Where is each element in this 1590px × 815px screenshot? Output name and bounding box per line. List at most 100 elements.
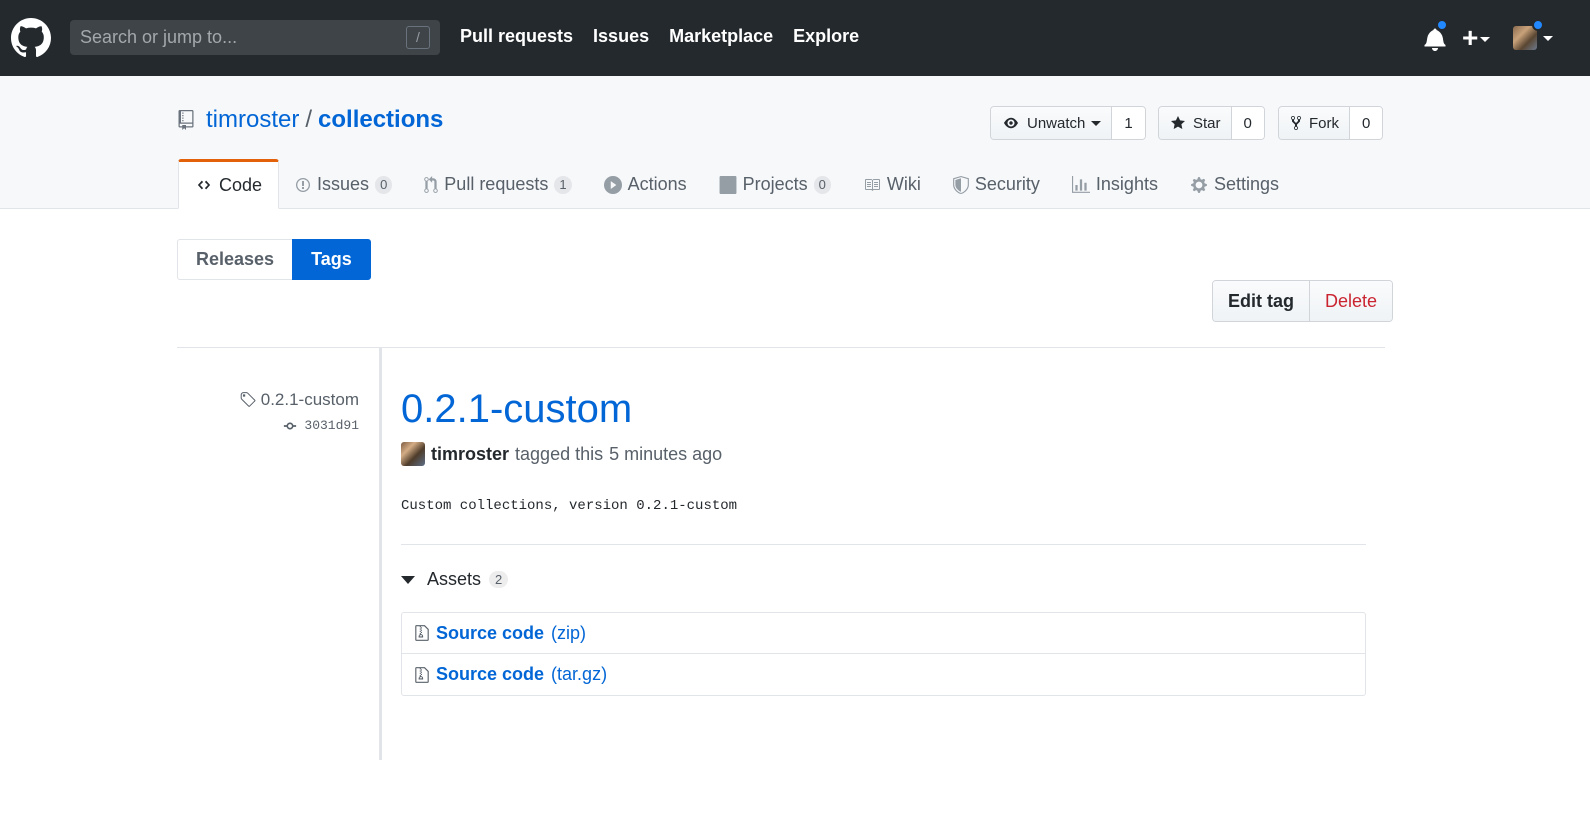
assets-label: Assets: [427, 569, 482, 589]
star-counter: Star 0: [1158, 106, 1265, 140]
release-commit-sha: 3031d91: [304, 418, 359, 433]
tab-insights[interactable]: Insights: [1056, 160, 1174, 209]
star-icon: [1171, 116, 1185, 129]
tab-insights-label: Insights: [1095, 174, 1158, 194]
avatar-status-indicator: [1532, 19, 1544, 31]
graph-icon: [1071, 175, 1090, 193]
repo-icon: [178, 110, 194, 130]
assets-count: 2: [489, 571, 509, 588]
global-nav-pull-requests[interactable]: Pull requests: [460, 26, 573, 47]
github-logo-icon[interactable]: [11, 18, 51, 58]
release-tagged-text: tagged this: [515, 443, 604, 464]
issue-icon: [296, 177, 311, 192]
release-description: Custom collections, version 0.2.1-custom: [401, 498, 738, 514]
tab-projects[interactable]: Projects 0: [703, 160, 847, 209]
release-divider: [401, 544, 1366, 545]
tab-code[interactable]: Code: [178, 159, 280, 209]
star-label: Star: [1193, 114, 1221, 132]
repo-owner-link[interactable]: timroster: [206, 106, 299, 134]
chevron-down-icon: [1543, 35, 1553, 41]
watchers-count[interactable]: 1: [1112, 107, 1145, 139]
asset-format: (zip): [551, 622, 587, 643]
gear-icon: [1191, 176, 1207, 193]
file-zip-icon: [415, 666, 429, 683]
global-nav-issues[interactable]: Issues: [593, 26, 649, 47]
repo-nav: Code Issues 0 Pull requests 1 Actions Pr…: [178, 159, 1295, 209]
star-group: Star 0: [1158, 106, 1265, 140]
tab-projects-label: Projects: [742, 174, 808, 194]
release-tag-link[interactable]: 0.2.1-custom: [177, 390, 359, 410]
file-zip-icon: [415, 625, 429, 641]
release-tag-label: 0.2.1-custom: [260, 390, 359, 409]
fork-label: Fork: [1309, 114, 1339, 132]
releases-subnav: Releases Tags: [177, 239, 371, 280]
unwatch-button[interactable]: Unwatch: [991, 107, 1113, 139]
code-icon: [197, 180, 211, 190]
global-nav-explore[interactable]: Explore: [793, 26, 859, 47]
star-button[interactable]: Star: [1159, 107, 1232, 139]
search-placeholder: Search or jump to...: [80, 27, 238, 47]
tab-actions[interactable]: Actions: [588, 160, 703, 209]
repo-header: timroster / collections Unwatch 1 Star 0: [0, 76, 1590, 209]
release-author-link[interactable]: timroster: [431, 444, 509, 465]
pull-request-icon: [424, 175, 439, 193]
global-nav-marketplace[interactable]: Marketplace: [669, 26, 773, 47]
create-new-menu[interactable]: +: [1462, 22, 1491, 53]
tab-issues-label: Issues: [317, 174, 370, 194]
tab-security[interactable]: Security: [937, 160, 1056, 209]
search-input[interactable]: Search or jump to... /: [70, 20, 440, 55]
asset-name: Source code: [436, 664, 545, 684]
stars-count[interactable]: 0: [1231, 107, 1264, 139]
play-icon: [603, 175, 622, 194]
release-meta: 0.2.1-custom 3031d91: [177, 390, 359, 433]
tab-settings-label: Settings: [1213, 174, 1280, 194]
release-body: 0.2.1-custom timroster tagged this 5 min…: [401, 386, 1366, 696]
delete-tag-button[interactable]: Delete: [1309, 281, 1393, 321]
asset-name: Source code: [436, 622, 545, 643]
fork-icon: [1291, 115, 1301, 130]
tab-code-label: Code: [219, 174, 263, 195]
eye-icon: [1004, 117, 1018, 129]
repo-path-separator: /: [305, 106, 313, 133]
repo-title: timroster / collections: [178, 106, 443, 134]
tab-settings[interactable]: Settings: [1174, 160, 1295, 209]
fork-button[interactable]: Fork: [1279, 107, 1350, 139]
asset-source-targz[interactable]: Source code (tar.gz): [402, 654, 1365, 695]
section-divider: [177, 347, 1385, 348]
repo-name-link[interactable]: collections: [318, 106, 443, 134]
release-time: 5 minutes ago: [609, 443, 723, 464]
tab-issues[interactable]: Issues 0: [279, 160, 408, 209]
avatar[interactable]: [401, 442, 425, 466]
forks-count[interactable]: 0: [1350, 107, 1383, 139]
shield-icon: [953, 175, 969, 194]
release-title[interactable]: 0.2.1-custom: [401, 387, 632, 431]
tab-projects-count: 0: [813, 175, 831, 194]
search-shortcut-key: /: [406, 26, 430, 49]
release-commit-link[interactable]: 3031d91: [177, 418, 359, 433]
triangle-down-icon: [401, 575, 415, 584]
assets-list: Source code (zip) Source code (tar.gz): [401, 612, 1366, 696]
project-icon: [719, 175, 737, 194]
tab-pull-requests-count: 1: [554, 175, 572, 194]
tab-pull-requests-label: Pull requests: [444, 174, 549, 194]
tab-pull-requests[interactable]: Pull requests 1: [408, 160, 587, 209]
assets-toggle[interactable]: Assets 2: [401, 569, 1366, 590]
user-menu[interactable]: [1513, 26, 1553, 50]
tab-security-label: Security: [974, 174, 1040, 194]
asset-source-zip[interactable]: Source code (zip): [402, 613, 1365, 654]
fork-group: Fork 0: [1278, 106, 1384, 140]
chevron-down-icon: [1091, 120, 1102, 126]
chevron-down-icon: [1480, 37, 1491, 43]
subnav-releases[interactable]: Releases: [177, 239, 293, 280]
asset-format: (tar.gz): [551, 664, 608, 684]
timeline-line: [379, 348, 382, 760]
subnav-tags[interactable]: Tags: [292, 239, 371, 280]
plus-icon: +: [1462, 22, 1479, 53]
edit-tag-button[interactable]: Edit tag: [1213, 281, 1309, 321]
tab-wiki[interactable]: Wiki: [847, 160, 937, 209]
release-byline: timroster tagged this 5 minutes ago: [401, 442, 1366, 466]
tab-wiki-label: Wiki: [886, 174, 921, 194]
watch-counter: Unwatch 1: [990, 106, 1146, 140]
notification-indicator: [1436, 19, 1448, 31]
book-icon: [864, 178, 880, 191]
